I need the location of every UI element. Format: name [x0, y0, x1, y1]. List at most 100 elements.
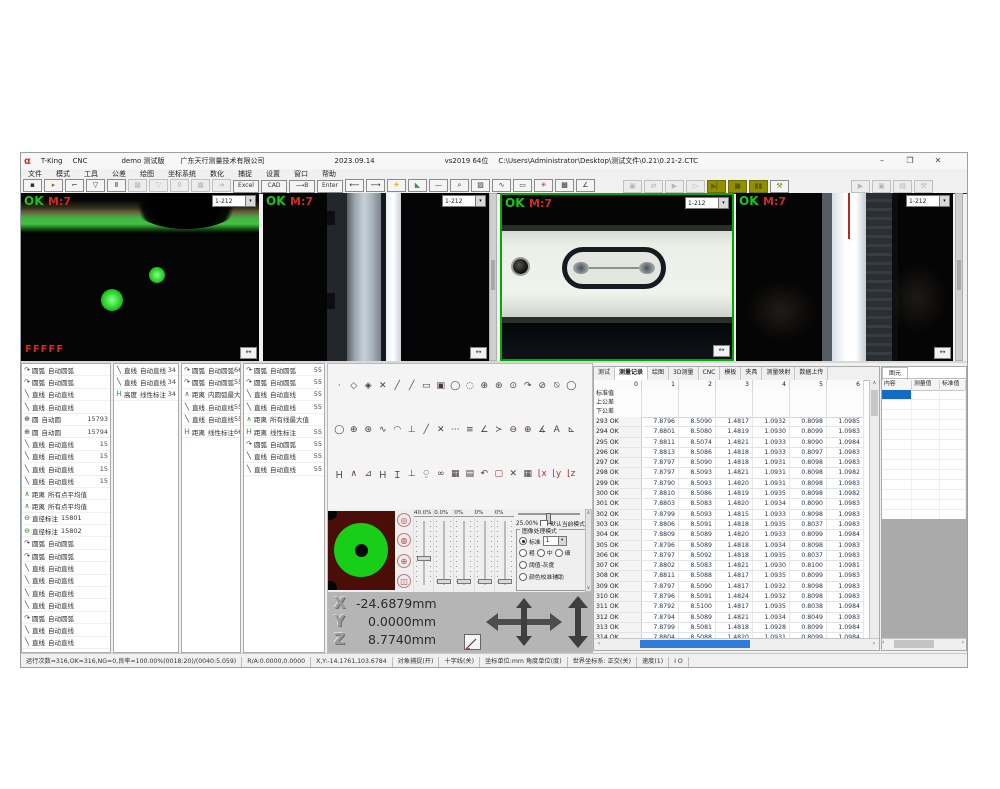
tool-icon[interactable]: ◯ [332, 425, 347, 435]
color-cal-radio[interactable] [519, 573, 527, 581]
measure-item[interactable]: ∧距离所有点平均值 [22, 500, 110, 512]
toolbar-button-light[interactable]: ☀ [387, 179, 406, 192]
jog-z[interactable] [568, 596, 588, 652]
measure-item[interactable]: Ｈ距离线性标注55 [244, 426, 324, 438]
toolbar-button-cad[interactable]: CAD [261, 180, 287, 193]
tool-icon[interactable]: ⊕ [347, 425, 362, 435]
measure-item[interactable]: ⊕圆自动圆15793 [22, 414, 110, 426]
table-tab-夹具[interactable]: 夹具 [741, 367, 762, 380]
tool-icon[interactable]: ⊾ [564, 425, 579, 435]
measure-item[interactable]: ╲直线自动直线 [22, 575, 110, 587]
options-scrollbar[interactable]: ∧∨ [585, 509, 592, 592]
tool-icon[interactable]: ◌ [463, 381, 478, 391]
toolbar-button-beam-down[interactable]: Ⅱ [170, 179, 189, 192]
tool-icon[interactable]: ◯ [448, 381, 463, 391]
tool-icon[interactable]: ⍉ [550, 381, 565, 391]
element-row[interactable] [882, 460, 966, 470]
toolbar-button-pause[interactable]: ▮▮ [749, 180, 768, 193]
measure-item[interactable]: ⊖直径标注15801 [22, 513, 110, 525]
camera-range-dropdown[interactable]: 1-212▾ [212, 195, 256, 207]
table-tab-3D测量[interactable]: 3D测量 [669, 367, 698, 380]
light-slider-2[interactable]: 0.0% [433, 509, 453, 592]
light-slider-4[interactable]: 0% [474, 509, 494, 592]
tool-icon[interactable]: ✕ [506, 469, 521, 479]
tool-icon[interactable]: ⌊x [535, 469, 550, 479]
tool-icon[interactable]: ▦ [521, 469, 536, 479]
measure-item[interactable]: ⊖直径标注15802 [22, 525, 110, 537]
table-row[interactable]: 297 OK7.87978.50901.48181.09310.80981.09… [594, 458, 864, 468]
tool-icon[interactable]: ▦ [448, 469, 463, 479]
table-tab-测试[interactable]: 测试 [594, 367, 615, 380]
measure-item[interactable]: ╲直线自动直线55 [244, 451, 324, 463]
measure-item[interactable]: ∧距离内圆弧最大值 [182, 389, 240, 401]
measure-item[interactable]: ╲直线自动直线 [22, 637, 110, 649]
tool-icon[interactable]: ╱ [405, 381, 420, 391]
tool-icon[interactable]: Ｉ [390, 468, 405, 481]
measure-item[interactable]: ╲直线自动直线55 [244, 389, 324, 401]
table-row[interactable]: 304 OK7.88098.50891.48201.09330.80991.09… [594, 530, 864, 540]
toolbar-button-image[interactable]: ◣ [408, 179, 427, 192]
measure-item[interactable]: ↷圆弧自动圆弧55 [244, 364, 324, 376]
toolbar-button-excel[interactable]: Excel [233, 180, 259, 193]
tool-icon[interactable]: ⊥ [405, 425, 420, 435]
measure-item[interactable]: ╲直线自动直线34 [114, 364, 178, 376]
element-row[interactable] [882, 440, 966, 450]
toolbar-button-save[interactable]: ▣ [623, 180, 642, 193]
element-row[interactable] [882, 490, 966, 500]
level-radio-粗[interactable] [519, 549, 527, 557]
measure-item[interactable]: Ｈ高度线性标注34 [114, 389, 178, 401]
measure-item[interactable]: ╲直线自动直线55 [244, 463, 324, 475]
ring-mode-icon[interactable]: ◍ [397, 533, 411, 547]
toolbar-button-enter[interactable]: Enter [317, 180, 343, 193]
table-row[interactable]: 300 OK7.88108.50861.48191.09350.80981.09… [594, 489, 864, 499]
tool-icon[interactable]: ⊕ [521, 425, 536, 435]
table-row[interactable]: 305 OK7.87968.50891.48181.09340.80981.09… [594, 541, 864, 551]
scroll-right-icon[interactable]: › [962, 639, 964, 646]
camera-resize-button[interactable]: ↔ [934, 347, 951, 359]
camera-view-4[interactable]: OK M:7 1-212▾ ↔ [736, 193, 953, 361]
table-row[interactable]: 310 OK7.87968.50911.48241.09320.80981.09… [594, 592, 864, 602]
measure-item[interactable]: ↷圆弧自动圆弧 [22, 376, 110, 388]
toolbar-button-magnify[interactable]: ⌕ [450, 179, 469, 192]
table-row[interactable]: 313 OK7.87998.50811.48181.09280.80991.09… [594, 623, 864, 633]
tool-icon[interactable]: ≻ [492, 425, 507, 435]
camera4-scrollbar[interactable] [955, 193, 963, 361]
measure-item[interactable]: ↷圆弧自动圆弧 [22, 612, 110, 624]
table-row[interactable]: 301 OK7.88038.50831.48201.09340.80901.09… [594, 499, 864, 509]
element-row[interactable] [882, 430, 966, 440]
table-row[interactable]: 312 OK7.87948.50891.48211.09340.80491.09… [594, 613, 864, 623]
toolbar-button-play-step[interactable]: ▶▏ [707, 180, 726, 193]
camera-view-2[interactable]: OK M:7 1-212▾ ↔ [263, 193, 489, 361]
toolbar-button-tools[interactable]: ⚒ [770, 180, 789, 193]
tool-icon[interactable]: ↶ [477, 469, 492, 479]
menu-item-文件[interactable]: 文件 [28, 169, 42, 179]
tool-icon[interactable]: ∞ [434, 469, 449, 479]
element-row[interactable] [882, 480, 966, 490]
toolbar-button-monitor[interactable]: ▪ [23, 179, 42, 192]
measure-item[interactable]: ↷圆弧自动圆弧66 [182, 364, 240, 376]
toolbar-button-right[interactable]: ⟶ [366, 179, 385, 192]
tool-icon[interactable]: ⋯ [448, 425, 463, 435]
element-row[interactable] [882, 410, 966, 420]
tool-icon[interactable]: ∡ [535, 425, 550, 435]
toolbar-button-cone[interactable]: ▽ [86, 179, 105, 192]
table-tab-测量记录[interactable]: 测量记录 [615, 367, 648, 380]
tool-icon[interactable]: ⊥ [405, 469, 420, 479]
toolbar-button-cone-down[interactable]: ▽ [149, 179, 168, 192]
menu-item-坐标系统[interactable]: 坐标系统 [168, 169, 196, 179]
light-slider-5[interactable]: 0% [494, 509, 514, 592]
tool-icon[interactable]: ◈ [361, 381, 376, 391]
tool-icon[interactable]: ⊿ [361, 469, 376, 479]
level-dropdown[interactable]: 1▾ [543, 536, 567, 546]
element-row[interactable] [882, 470, 966, 480]
measure-item[interactable]: ╲直线自动直线 [22, 389, 110, 401]
maximize-button[interactable]: ❐ [901, 156, 919, 165]
toolbar-button-hammer[interactable]: ⚒ [914, 180, 933, 193]
measure-item[interactable]: ↷圆弧自动圆弧 [22, 537, 110, 549]
curve-button[interactable] [464, 634, 481, 650]
menu-item-模式[interactable]: 模式 [56, 169, 70, 179]
toolbar-button-beam[interactable]: Ⅱ [107, 179, 126, 192]
measure-item[interactable]: ╲直线自动直线55 [244, 401, 324, 413]
table-row[interactable]: 311 OK7.87928.51001.48171.09350.80381.09… [594, 602, 864, 612]
toolbar-button-open[interactable]: ▶ [665, 180, 684, 193]
